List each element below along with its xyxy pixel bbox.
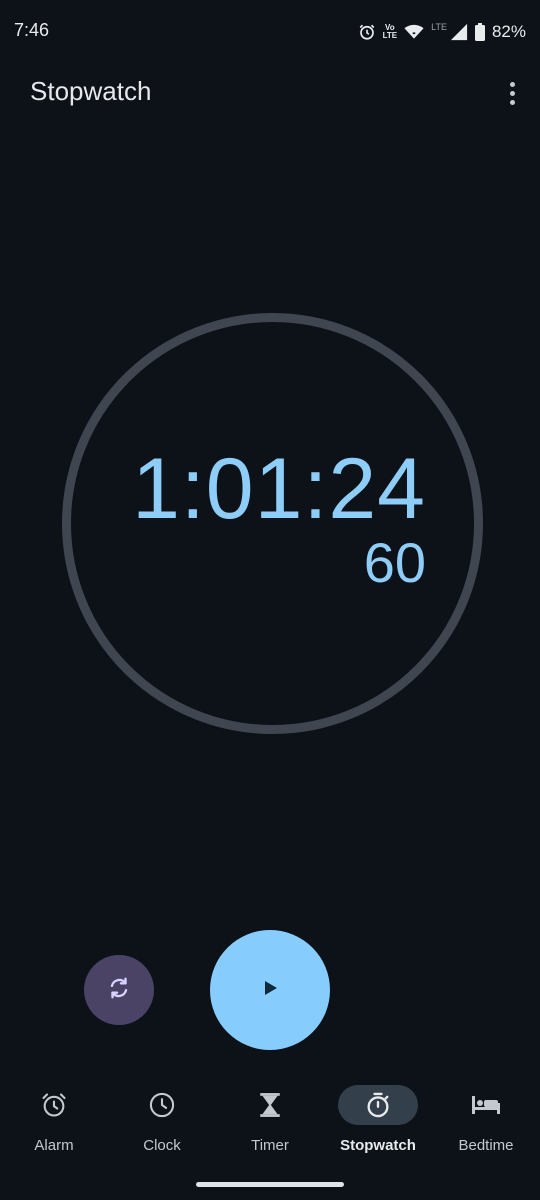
nav-item-stopwatch[interactable]: Stopwatch xyxy=(324,1080,432,1170)
play-icon xyxy=(261,979,279,1002)
gesture-navigation-bar[interactable] xyxy=(196,1182,344,1187)
alarm-icon xyxy=(14,1085,94,1125)
status-time: 7:46 xyxy=(14,20,50,40)
status-bar: 7:46 Vo LTE LTE 82% xyxy=(0,0,540,64)
menu-dot xyxy=(509,90,515,96)
nav-label-timer: Timer xyxy=(251,1137,289,1154)
nav-label-stopwatch: Stopwatch xyxy=(340,1137,416,1154)
nav-label-clock: Clock xyxy=(143,1137,181,1154)
network-type: LTE xyxy=(431,22,447,32)
hourglass-icon xyxy=(230,1085,310,1125)
more-vert-icon[interactable] xyxy=(500,78,524,108)
nav-item-clock[interactable]: Clock xyxy=(108,1080,216,1170)
status-icons: Vo LTE LTE 82% xyxy=(358,20,526,44)
wifi-icon xyxy=(404,24,424,40)
reset-icon xyxy=(106,975,132,1006)
play-button[interactable] xyxy=(210,930,330,1050)
elapsed-hundredths: 60 xyxy=(363,531,426,594)
page-title: Stopwatch xyxy=(30,76,152,106)
bed-icon xyxy=(446,1085,526,1125)
volte-icon: Vo LTE xyxy=(383,24,398,40)
battery-icon xyxy=(474,23,485,41)
nav-label-alarm: Alarm xyxy=(34,1137,74,1154)
volte-bottom-text: LTE xyxy=(382,31,398,40)
bottom-nav: Alarm Clock Timer Stopwatch Bedtime xyxy=(0,1080,540,1170)
stopwatch-icon xyxy=(338,1085,418,1125)
clock-icon xyxy=(122,1085,202,1125)
elapsed-time: 1:01:24 xyxy=(132,441,426,537)
nav-label-bedtime: Bedtime xyxy=(458,1137,514,1154)
alarm-icon xyxy=(358,23,376,41)
nav-item-timer[interactable]: Timer xyxy=(216,1080,324,1170)
reset-button[interactable] xyxy=(84,955,154,1025)
nav-item-alarm[interactable]: Alarm xyxy=(0,1080,108,1170)
battery-percent: 82% xyxy=(491,22,526,41)
menu-dot xyxy=(509,99,515,105)
menu-dot xyxy=(509,81,515,87)
signal-icon xyxy=(450,23,468,41)
nav-item-bedtime[interactable]: Bedtime xyxy=(432,1080,540,1170)
